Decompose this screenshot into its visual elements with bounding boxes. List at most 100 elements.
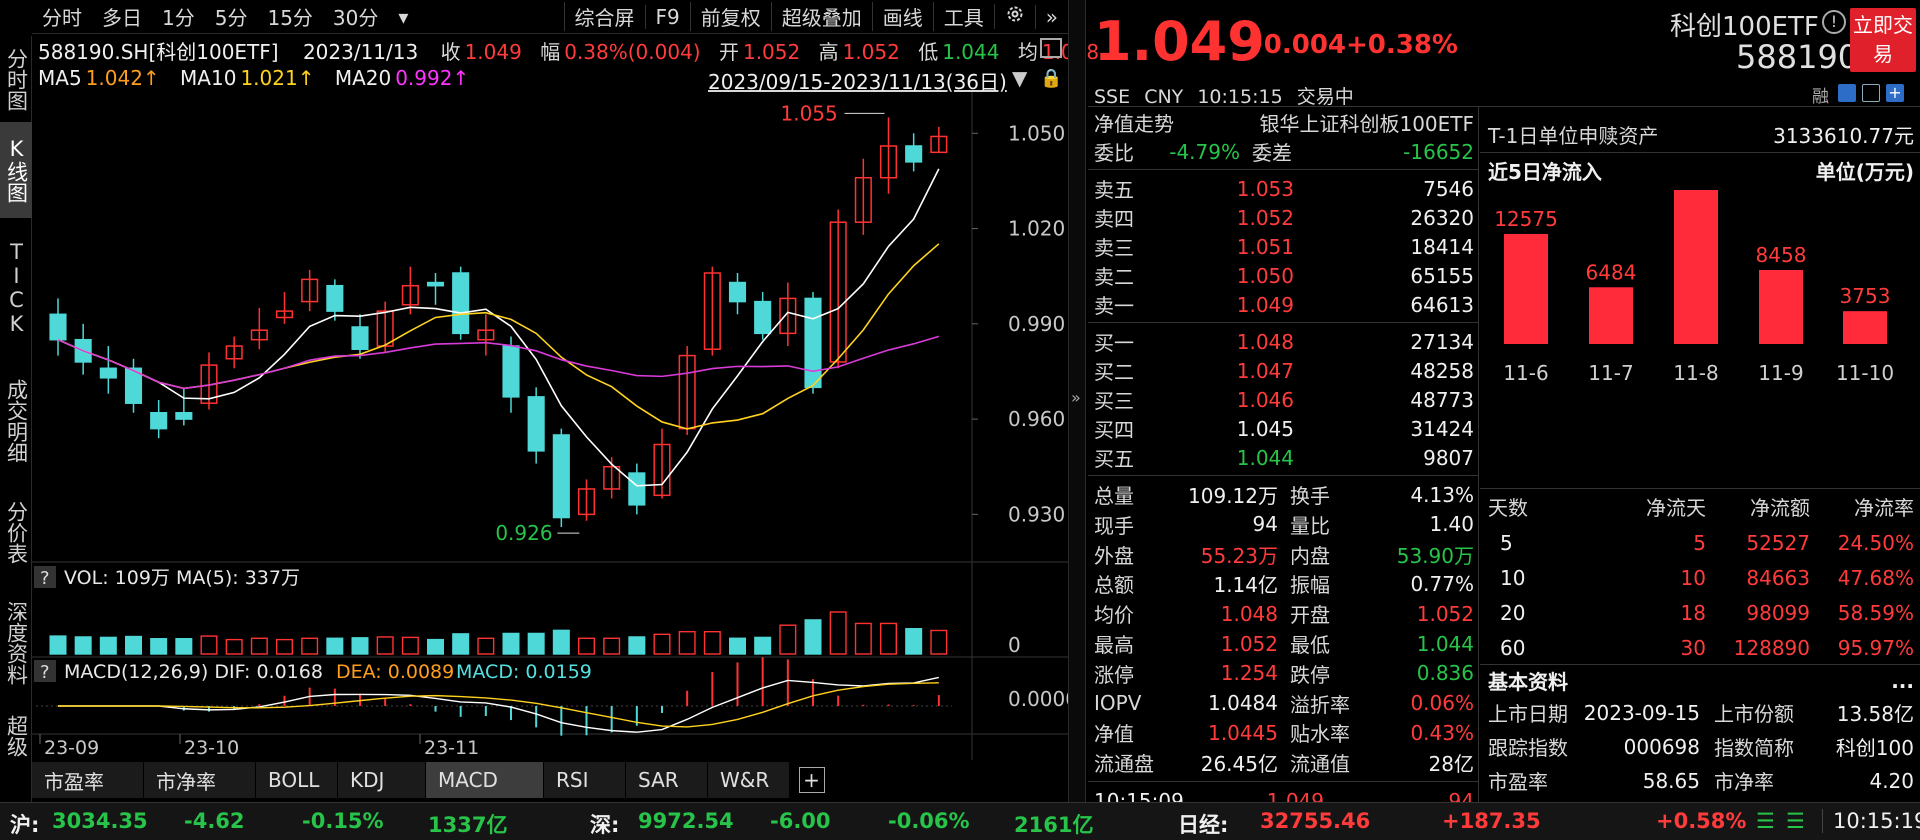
- bid-volume: 48258: [1410, 358, 1474, 383]
- ask-volume: 7546: [1423, 176, 1474, 201]
- period-tab-1min[interactable]: 1分: [152, 2, 205, 31]
- inflow-category-label: 11-6: [1503, 361, 1548, 385]
- period-tab-5min[interactable]: 5分: [205, 2, 258, 31]
- ind-tab-sar[interactable]: SAR: [626, 762, 708, 798]
- date-range[interactable]: 2023/09/15-2023/11/13(36日): [708, 66, 1011, 95]
- bid-row[interactable]: 买五 1.044 9807: [1094, 443, 1474, 472]
- tool-f9[interactable]: F9: [644, 4, 690, 29]
- bid-stats-divider: [1088, 475, 1478, 476]
- vtab-kline[interactable]: K线图: [0, 122, 32, 218]
- tool-tools[interactable]: 工具: [932, 2, 994, 31]
- expand-icon[interactable]: »: [1071, 388, 1081, 407]
- stat-label: 内盘: [1290, 543, 1330, 568]
- bid-label: 买二: [1094, 360, 1134, 384]
- vtab-intraday[interactable]: 分时图: [0, 36, 32, 122]
- window-icon[interactable]: [1862, 84, 1880, 102]
- flow-cell: 98099: [1746, 600, 1810, 625]
- ind-tab-kdj[interactable]: KDJ: [338, 762, 426, 798]
- ask-price: 1.052: [1236, 205, 1294, 230]
- bid-row[interactable]: 买三 1.046 48773: [1094, 385, 1474, 414]
- nk-change: +187.35: [1442, 809, 1541, 833]
- ind-tab-pe[interactable]: 市盈率: [32, 762, 144, 798]
- bid-row[interactable]: 买二 1.047 48258: [1094, 356, 1474, 385]
- flow-header-cell: 净流额: [1750, 496, 1810, 520]
- nav-divider: [1480, 152, 1920, 153]
- ind-tab-wr[interactable]: W&R: [708, 762, 790, 798]
- ind-tab-rsi[interactable]: RSI: [544, 762, 626, 798]
- ask-row[interactable]: 卖一 1.049 64613: [1094, 290, 1474, 319]
- stat-label: 总量: [1094, 484, 1134, 508]
- flow-cell: 84663: [1746, 565, 1810, 590]
- volume-bar: [401, 636, 419, 655]
- ind-tab-pb[interactable]: 市净率: [144, 762, 256, 798]
- trade-now-button[interactable]: 立即交易: [1850, 8, 1916, 72]
- ask-row[interactable]: 卖二 1.050 65155: [1094, 261, 1474, 290]
- nav-trend-row[interactable]: 净值走势 银华上证科创板100ETF: [1094, 108, 1474, 137]
- layout-icon[interactable]: [1040, 38, 1062, 58]
- add-watch-icon[interactable]: +: [1886, 84, 1904, 102]
- vtab-price-table[interactable]: 分价表: [0, 484, 32, 580]
- volume-bar: [99, 636, 117, 655]
- vol-axis-label: 0: [1008, 633, 1021, 657]
- ind-tab-macd[interactable]: MACD: [426, 762, 544, 798]
- more-icon[interactable]: ...: [1891, 669, 1914, 693]
- ask-row[interactable]: 卖四 1.052 26320: [1094, 203, 1474, 232]
- list-alt-icon[interactable]: ☰: [1786, 809, 1805, 833]
- gear-icon[interactable]: [993, 4, 1035, 29]
- vtab-trade-detail[interactable]: 成交明细: [0, 358, 32, 484]
- sz-index[interactable]: 9972.54: [638, 809, 734, 833]
- vtab-tick[interactable]: TICK: [0, 218, 32, 358]
- bid-volume: 9807: [1423, 445, 1474, 470]
- sz-change: -6.00: [770, 809, 831, 833]
- chevron-down-icon[interactable]: ▾: [388, 5, 418, 29]
- flow-table-row: 5 5 52527 24.50%: [1488, 528, 1914, 557]
- macd-axis-label: 0.0000: [1008, 687, 1068, 711]
- vtab-super[interactable]: 超级: [0, 706, 32, 766]
- tool-draw-line[interactable]: 画线: [871, 2, 933, 31]
- info-icon[interactable]: !: [1822, 10, 1846, 34]
- bid-row[interactable]: 买一 1.048 27134: [1094, 327, 1474, 356]
- collapse-icon[interactable]: »: [1034, 4, 1068, 29]
- nk-index[interactable]: 32755.46: [1260, 809, 1370, 833]
- kline-chart[interactable]: 1.050 1.020 0.990 0.960 0.930 1.055 0.926? VOL:…: [32, 92, 1068, 760]
- ask-price: 1.050: [1236, 263, 1294, 288]
- volume-bar: [326, 637, 344, 655]
- stat-value: 109.12万: [1188, 484, 1278, 508]
- ratio-divider: [1088, 169, 1478, 170]
- change-label: 幅: [540, 40, 561, 64]
- list-icon[interactable]: ☰: [1756, 809, 1775, 833]
- period-tab-15min[interactable]: 15分: [257, 2, 322, 31]
- period-tab-intraday[interactable]: 分时: [32, 2, 92, 31]
- volume-bar: [502, 632, 520, 655]
- bid-volume: 31424: [1410, 416, 1474, 441]
- currency: CNY: [1144, 86, 1184, 108]
- panel-splitter[interactable]: »: [1068, 0, 1086, 802]
- tool-forward-adjust[interactable]: 前复权: [689, 2, 771, 31]
- flow-cell: 5: [1693, 530, 1706, 555]
- stat-value: 28亿: [1428, 752, 1474, 777]
- vtab-depth-info[interactable]: 深度资料: [0, 580, 32, 706]
- volume-bar: [426, 638, 445, 655]
- date-range-text: 2023/09/15-2023/11/13(36日): [708, 70, 1007, 94]
- tool-composite-screen[interactable]: 综合屏: [563, 2, 645, 31]
- close-label: 收: [440, 40, 461, 64]
- ask-price: 1.049: [1236, 292, 1294, 317]
- tool-super-overlay[interactable]: 超级叠加: [770, 2, 872, 31]
- bid-row[interactable]: 买四 1.045 31424: [1094, 414, 1474, 443]
- stat-value: 26.45亿: [1200, 752, 1278, 777]
- volume-bar: [275, 638, 294, 655]
- ind-tab-boll[interactable]: BOLL: [256, 762, 338, 798]
- ask-row[interactable]: 卖五 1.053 7546: [1094, 174, 1474, 203]
- caret-down-icon[interactable]: ▼: [1012, 66, 1027, 90]
- chart-toolbar: 分时 多日 1分 5分 15分 30分 ▾ 综合屏 F9 前复权 超级叠加 画线…: [32, 0, 1068, 34]
- lock-icon[interactable]: 🔒: [1040, 68, 1062, 89]
- period-tab-30min[interactable]: 30分: [323, 2, 388, 31]
- y-tick-label: 1.020: [1008, 217, 1065, 241]
- ask-row[interactable]: 卖三 1.051 18414: [1094, 232, 1474, 261]
- period-tab-multiday[interactable]: 多日: [92, 2, 152, 31]
- sh-index[interactable]: 3034.35: [52, 809, 148, 833]
- add-tab-button[interactable]: +: [790, 762, 834, 798]
- basic-label: 上市日期: [1488, 702, 1568, 726]
- edit-icon[interactable]: [1838, 84, 1856, 102]
- y-tick-label: 0.930: [1008, 502, 1065, 526]
